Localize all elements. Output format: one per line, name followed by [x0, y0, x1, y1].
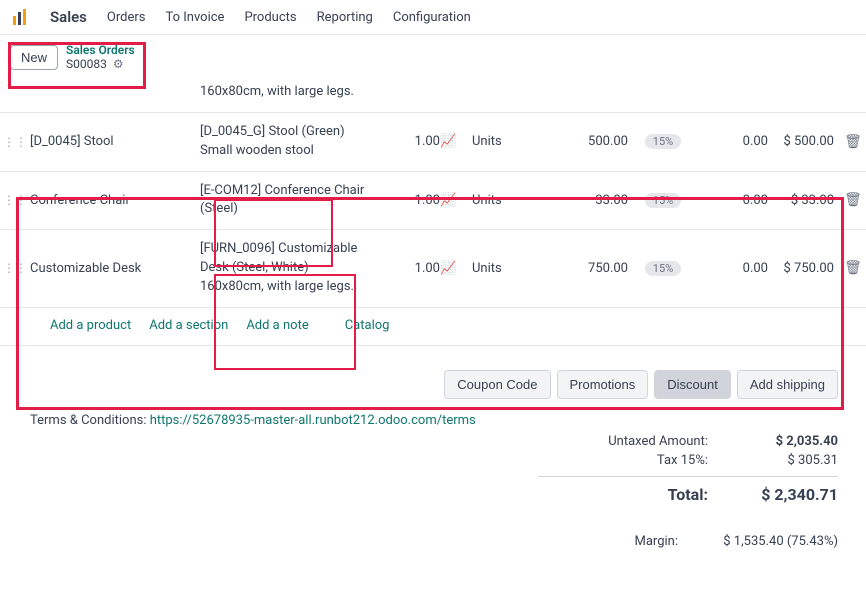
description-cell[interactable]: [D_0045_G] Stool (Green) Small wooden st…: [200, 123, 380, 161]
brand-title[interactable]: Sales: [50, 8, 87, 26]
product-cell[interactable]: Conference Chair: [30, 193, 200, 208]
terms-line: Terms & Conditions: https://52678935-mas…: [0, 409, 866, 432]
margin-value: $ 1,535.40 (75.43%): [698, 534, 838, 549]
app-logo-icon: [12, 8, 30, 26]
product-cell[interactable]: Customizable Desk: [30, 261, 200, 276]
terms-link[interactable]: https://52678935-master-all.runbot212.od…: [150, 413, 476, 428]
tax-cell[interactable]: 0.00: [698, 134, 768, 149]
description-cell[interactable]: [FURN_0096] Customizable Desk (Steel, Wh…: [200, 240, 380, 297]
table-row: ⋮⋮ Customizable Desk [FURN_0096] Customi…: [0, 230, 866, 308]
catalog-link[interactable]: Catalog: [345, 318, 390, 333]
drag-handle-icon[interactable]: ⋮⋮: [0, 135, 30, 149]
forecast-icon[interactable]: 📈: [440, 261, 454, 276]
tax-label: Tax 15%:: [548, 453, 708, 468]
forecast-icon[interactable]: 📈: [440, 134, 454, 149]
table-row: ⋮⋮ Conference Chair [E-COM12] Conference…: [0, 172, 866, 231]
trash-icon[interactable]: 🗑: [840, 134, 866, 150]
terms-label: Terms & Conditions:: [30, 413, 150, 428]
uom-cell[interactable]: Units: [468, 193, 528, 208]
qty-cell[interactable]: 1.00: [380, 261, 440, 276]
uom-cell[interactable]: Units: [468, 261, 528, 276]
table-row: ⋮⋮ [D_0045] Stool [D_0045_G] Stool (Gree…: [0, 113, 866, 172]
add-links-row: Add a product Add a section Add a note C…: [0, 308, 866, 346]
price-cell[interactable]: 750.00: [528, 261, 628, 276]
totals-block: Untaxed Amount: $ 2,035.40 Tax 15%: $ 30…: [0, 432, 866, 516]
breadcrumb-parent[interactable]: Sales Orders: [66, 43, 135, 57]
action-buttons: Coupon Code Promotions Discount Add ship…: [0, 356, 866, 409]
discount-cell[interactable]: 15%: [628, 261, 698, 276]
add-product-link[interactable]: Add a product: [50, 318, 131, 333]
qty-cell[interactable]: 1.00: [380, 134, 440, 149]
margin-label: Margin:: [518, 534, 678, 549]
nav-products[interactable]: Products: [244, 10, 296, 25]
add-shipping-button[interactable]: Add shipping: [737, 370, 838, 399]
trash-icon[interactable]: 🗑: [840, 260, 866, 276]
promotions-button[interactable]: Promotions: [557, 370, 649, 399]
order-lines: 160x80cm, with large legs. ⋮⋮ [D_0045] S…: [0, 79, 866, 356]
tax-cell[interactable]: 0.00: [698, 193, 768, 208]
price-cell[interactable]: 33.00: [528, 193, 628, 208]
discount-cell[interactable]: 15%: [628, 193, 698, 208]
drag-handle-icon[interactable]: ⋮⋮: [0, 261, 30, 275]
untaxed-label: Untaxed Amount:: [548, 434, 708, 449]
trash-icon[interactable]: 🗑: [840, 192, 866, 208]
qty-cell[interactable]: 1.00: [380, 193, 440, 208]
product-cell[interactable]: [D_0045] Stool: [30, 134, 200, 149]
description-cell[interactable]: [E-COM12] Conference Chair (Steel): [200, 182, 380, 220]
nav-orders[interactable]: Orders: [107, 10, 146, 25]
total-label: Total:: [548, 485, 708, 504]
untaxed-value: $ 2,035.40: [728, 434, 838, 449]
drag-handle-icon[interactable]: ⋮⋮: [0, 193, 30, 207]
uom-cell[interactable]: Units: [468, 134, 528, 149]
tax-cell[interactable]: 0.00: [698, 261, 768, 276]
breadcrumb-current: S00083: [66, 57, 107, 71]
total-value: $ 2,340.71: [728, 485, 838, 504]
margin-row: Margin: $ 1,535.40 (75.43%): [0, 516, 866, 549]
discount-cell[interactable]: 15%: [628, 134, 698, 149]
new-button[interactable]: New: [10, 45, 58, 70]
forecast-icon[interactable]: 📈: [440, 193, 454, 208]
sub-header: New Sales Orders S00083 ⚙: [0, 35, 866, 79]
subtotal-cell: $ 500.00: [768, 134, 840, 149]
coupon-button[interactable]: Coupon Code: [444, 370, 550, 399]
nav-configuration[interactable]: Configuration: [393, 10, 471, 25]
add-note-link[interactable]: Add a note: [246, 318, 308, 333]
gear-icon[interactable]: ⚙: [113, 57, 124, 71]
subtotal-cell: $ 33.00: [768, 193, 840, 208]
description-cell[interactable]: 160x80cm, with large legs.: [200, 83, 380, 102]
tax-value: $ 305.31: [728, 453, 838, 468]
breadcrumb: Sales Orders S00083 ⚙: [66, 43, 135, 71]
subtotal-cell: $ 750.00: [768, 261, 840, 276]
top-nav: Sales Orders To Invoice Products Reporti…: [0, 0, 866, 35]
add-section-link[interactable]: Add a section: [149, 318, 228, 333]
discount-button[interactable]: Discount: [654, 370, 731, 399]
table-row: 160x80cm, with large legs.: [0, 79, 866, 113]
nav-reporting[interactable]: Reporting: [317, 10, 373, 25]
nav-to-invoice[interactable]: To Invoice: [165, 10, 224, 25]
price-cell[interactable]: 500.00: [528, 134, 628, 149]
